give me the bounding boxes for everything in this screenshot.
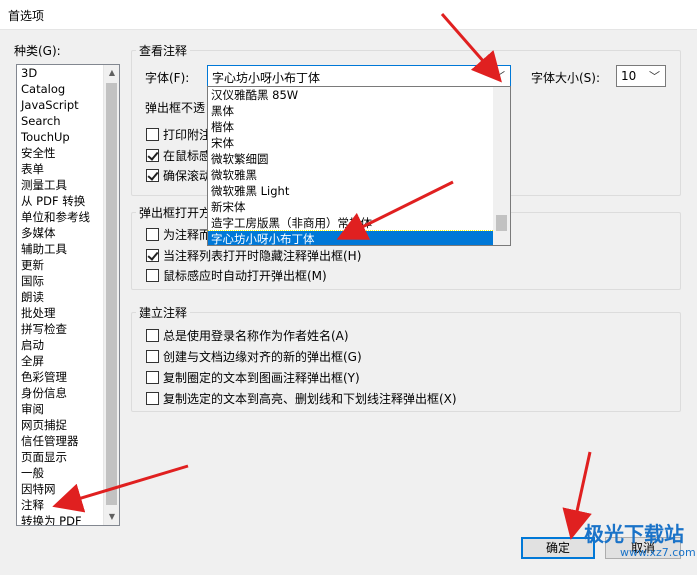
- category-item[interactable]: 一般: [17, 465, 103, 481]
- checkbox-ensure-scroll[interactable]: 确保滚动: [146, 168, 211, 184]
- checkbox-label: 鼠标感应时自动打开弹出框(M): [163, 269, 327, 283]
- checkbox-label: 确保滚动: [163, 169, 212, 183]
- font-option[interactable]: 楷体: [208, 119, 510, 135]
- checkbox-mouse-hover[interactable]: 在鼠标感: [146, 148, 211, 164]
- category-item[interactable]: 因特网: [17, 481, 103, 497]
- checkbox-hide-popups[interactable]: 当注释列表打开时隐藏注释弹出框(H): [146, 248, 361, 264]
- checkbox-box[interactable]: [146, 350, 159, 363]
- checkbox-label: 创建与文档边缘对齐的新的弹出框(G): [163, 350, 362, 364]
- scroll-thumb[interactable]: [496, 215, 507, 231]
- font-value: 字心坊小呀小布丁体: [212, 71, 321, 85]
- category-item[interactable]: 启动: [17, 337, 103, 353]
- checkbox-label: 复制圈定的文本到图画注释弹出框(Y): [163, 371, 360, 385]
- checkbox-box[interactable]: [146, 269, 159, 282]
- font-size-combobox[interactable]: 10 ﹀: [616, 65, 666, 87]
- category-item[interactable]: 从 PDF 转换: [17, 193, 103, 209]
- font-option[interactable]: 微软雅黑: [208, 167, 510, 183]
- category-scrollbar[interactable]: ▲ ▼: [103, 65, 119, 525]
- category-item[interactable]: 身份信息: [17, 385, 103, 401]
- font-combobox[interactable]: 字心坊小呀小布丁体 ﹀: [207, 65, 511, 87]
- category-item[interactable]: 色彩管理: [17, 369, 103, 385]
- font-option[interactable]: 字心坊小呀小布丁体: [208, 230, 510, 245]
- checkbox-box[interactable]: [146, 149, 159, 162]
- scroll-up-icon[interactable]: ▲: [104, 65, 119, 81]
- category-item[interactable]: 多媒体: [17, 225, 103, 241]
- category-item[interactable]: 拼写检查: [17, 321, 103, 337]
- scroll-down-icon[interactable]: ▼: [104, 509, 119, 525]
- category-item[interactable]: Search: [17, 113, 103, 129]
- category-item[interactable]: Catalog: [17, 81, 103, 97]
- category-item[interactable]: 注释: [17, 497, 103, 513]
- checkbox-copy-circled[interactable]: 复制圈定的文本到图画注释弹出框(Y): [146, 370, 360, 386]
- font-option[interactable]: 宋体: [208, 135, 510, 151]
- font-size-value: 10: [621, 69, 637, 83]
- font-option[interactable]: 黑体: [208, 103, 510, 119]
- scroll-thumb[interactable]: [106, 83, 117, 505]
- view-comments-title: 查看注释: [136, 42, 191, 59]
- checkbox-box[interactable]: [146, 169, 159, 182]
- checkbox-label: 为注释而: [163, 228, 212, 242]
- checkbox-label: 复制选定的文本到高亮、删划线和下划线注释弹出框(X): [163, 392, 457, 406]
- category-item[interactable]: 3D: [17, 65, 103, 81]
- checkbox-box[interactable]: [146, 128, 159, 141]
- font-option[interactable]: 微软繁细圆: [208, 151, 510, 167]
- checkbox-label: 打印附注: [163, 128, 212, 142]
- category-item[interactable]: 辅助工具: [17, 241, 103, 257]
- watermark: 极光下载站 www.xz7.com: [560, 516, 696, 566]
- category-item[interactable]: 页面显示: [17, 449, 103, 465]
- checkbox-label: 当注释列表打开时隐藏注释弹出框(H): [163, 249, 362, 263]
- font-option[interactable]: 新宋体: [208, 199, 510, 215]
- checkbox-label: 在鼠标感: [163, 149, 212, 163]
- popup-opacity-label: 弹出框不透: [145, 101, 206, 115]
- category-item[interactable]: 转换为 PDF: [17, 513, 103, 525]
- font-option[interactable]: 微软雅黑 Light: [208, 183, 510, 199]
- category-item[interactable]: 单位和参考线: [17, 209, 103, 225]
- checkbox-label: 总是使用登录名称作为作者姓名(A): [163, 329, 349, 343]
- checkbox-auto-open[interactable]: 鼠标感应时自动打开弹出框(M): [146, 268, 327, 284]
- category-item[interactable]: 朗读: [17, 289, 103, 305]
- checkbox-box[interactable]: [146, 371, 159, 384]
- checkbox-box[interactable]: [146, 392, 159, 405]
- checkbox-align-edge[interactable]: 创建与文档边缘对齐的新的弹出框(G): [146, 349, 362, 365]
- category-item[interactable]: 网页捕捉: [17, 417, 103, 433]
- font-label: 字体(F):: [145, 71, 190, 85]
- watermark-url: www.xz7.com: [620, 546, 696, 559]
- font-option[interactable]: 造字工房版黑（非商用）常规体: [208, 215, 510, 231]
- category-item[interactable]: JavaScript: [17, 97, 103, 113]
- category-item[interactable]: TouchUp: [17, 129, 103, 145]
- window-title: 首选项: [8, 9, 45, 23]
- chevron-down-icon[interactable]: ﹀: [494, 68, 505, 84]
- checkbox-box[interactable]: [146, 249, 159, 262]
- chevron-down-icon[interactable]: ﹀: [649, 68, 660, 84]
- category-item[interactable]: 信任管理器: [17, 433, 103, 449]
- font-size-label: 字体大小(S):: [531, 71, 601, 85]
- category-item[interactable]: 国际: [17, 273, 103, 289]
- category-item[interactable]: 审阅: [17, 401, 103, 417]
- category-items: 3D Catalog JavaScript Search TouchUp 安全性 表单 测量工…: [17, 65, 103, 525]
- category-item[interactable]: 安全性: [17, 145, 103, 161]
- font-dropdown-scrollbar[interactable]: [493, 87, 510, 245]
- category-item[interactable]: 更新: [17, 257, 103, 273]
- checkbox-for-comment[interactable]: 为注释而: [146, 227, 211, 243]
- font-dropdown-list[interactable]: 汉仪雅酷黑 85W 黑体 楷体 宋体 微软繁细圆 微软雅黑 微软雅黑 Light 新宋体 造字工…: [207, 86, 511, 246]
- title-bar: 首选项: [0, 0, 697, 30]
- popup-open-title: 弹出框打开方: [136, 204, 215, 221]
- category-item[interactable]: 批处理: [17, 305, 103, 321]
- checkbox-box[interactable]: [146, 329, 159, 342]
- checkbox-login-name[interactable]: 总是使用登录名称作为作者姓名(A): [146, 328, 349, 344]
- watermark-text: 极光下载站: [584, 522, 684, 546]
- checkbox-box[interactable]: [146, 228, 159, 241]
- checkbox-copy-selected[interactable]: 复制选定的文本到高亮、删划线和下划线注释弹出框(X): [146, 391, 457, 407]
- checkbox-print-notes[interactable]: 打印附注: [146, 127, 211, 143]
- font-option[interactable]: 汉仪雅酷黑 85W: [208, 87, 510, 103]
- category-label: 种类(G):: [14, 44, 61, 58]
- category-list[interactable]: 3D Catalog JavaScript Search TouchUp 安全性 表单 测量工…: [16, 64, 120, 526]
- category-item[interactable]: 表单: [17, 161, 103, 177]
- font-options: 汉仪雅酷黑 85W 黑体 楷体 宋体 微软繁细圆 微软雅黑 微软雅黑 Light 新宋体 造字工…: [208, 87, 510, 245]
- create-comments-title: 建立注释: [136, 304, 191, 321]
- category-item[interactable]: 全屏: [17, 353, 103, 369]
- category-item[interactable]: 测量工具: [17, 177, 103, 193]
